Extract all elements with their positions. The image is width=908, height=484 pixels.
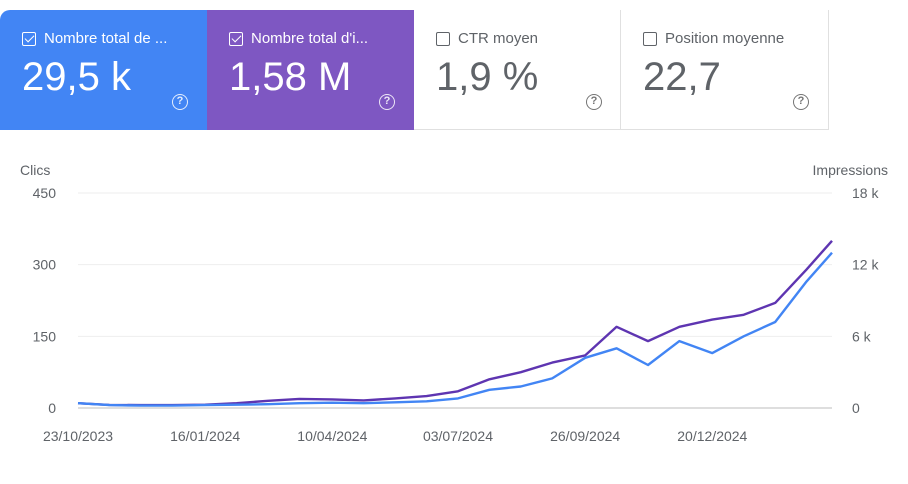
left-tick-label: 0 xyxy=(48,400,56,416)
x-tick-label: 26/09/2024 xyxy=(550,428,620,444)
x-tick-label: 03/07/2024 xyxy=(423,428,493,444)
series-line-clics[interactable] xyxy=(77,251,833,407)
performance-chart[interactable]: Clics Impressions 0 0 150 6 k 300 12 k 450 18 k… xyxy=(0,0,908,476)
x-tick-label: 20/12/2024 xyxy=(677,428,747,444)
right-tick-label: 0 xyxy=(852,400,860,416)
x-tick-label: 16/01/2024 xyxy=(170,428,240,444)
right-axis-title: Impressions xyxy=(813,162,888,178)
right-tick-label: 12 k xyxy=(852,257,879,273)
x-tick-label: 10/04/2024 xyxy=(297,428,367,444)
left-tick-label: 300 xyxy=(33,257,57,273)
x-tick-label: 23/10/2023 xyxy=(43,428,113,444)
series-line-impressions[interactable] xyxy=(77,240,833,407)
left-tick-label: 450 xyxy=(33,185,57,201)
left-tick-label: 150 xyxy=(33,328,57,344)
left-axis-title: Clics xyxy=(20,162,50,178)
right-tick-label: 6 k xyxy=(852,328,872,344)
right-tick-label: 18 k xyxy=(852,185,879,201)
performance-card: Nombre total de ... 29,5 k ? Nombre tota… xyxy=(0,0,908,476)
